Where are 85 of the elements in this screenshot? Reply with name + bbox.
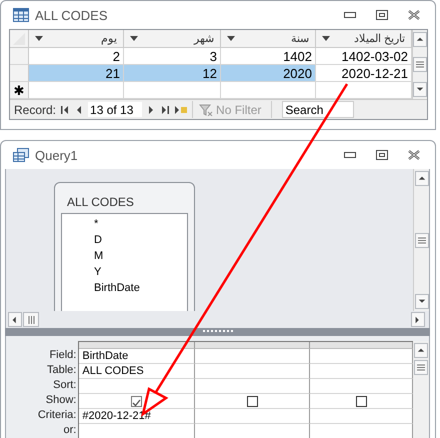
dropdown-arrow-icon[interactable] [35, 36, 43, 41]
scroll-down-button[interactable] [413, 82, 427, 97]
row-label: Field: [49, 348, 76, 363]
table-cell: 1402 [221, 48, 316, 65]
scroll-thumb[interactable] [413, 57, 427, 72]
last-record-icon[interactable] [160, 104, 170, 114]
row-label: Criteria: [38, 408, 76, 423]
table-cell: 2020 [221, 65, 316, 82]
vertical-scrollbar[interactable] [413, 341, 429, 438]
column-selector[interactable] [79, 342, 196, 349]
field-item[interactable]: D [94, 232, 187, 248]
column-header-label: سنة [291, 32, 309, 45]
show-checkbox[interactable] [246, 396, 258, 406]
grip-lines-icon[interactable] [28, 316, 34, 324]
field-item[interactable]: M [94, 248, 187, 264]
grip-lines-icon[interactable] [417, 364, 426, 371]
empty-cell[interactable] [195, 379, 310, 394]
column-header[interactable]: سنة [221, 30, 316, 48]
scroll-up-button[interactable] [413, 32, 427, 47]
scroll-up-button[interactable] [414, 171, 428, 186]
new-record-icon[interactable] [174, 104, 188, 114]
column-header[interactable]: تاريخ الميلاد [316, 30, 412, 48]
column-header-label: شهر [194, 32, 214, 45]
minimize-icon[interactable] [344, 152, 356, 158]
row-label: Sort: [53, 378, 76, 393]
column-header[interactable]: شهر [124, 30, 221, 48]
table-cell: 3 [124, 48, 221, 65]
restore-icon[interactable] [376, 150, 388, 160]
record-label: Record: [14, 102, 56, 116]
scroll-thumb[interactable] [23, 312, 39, 327]
scroll-left-button[interactable] [8, 312, 22, 327]
first-record-icon[interactable] [60, 104, 70, 114]
grid-cell[interactable]: ALL CODES [79, 364, 196, 379]
table-cell: 12 [124, 65, 221, 82]
table-cell: 1402-03-02 [316, 48, 412, 65]
row-label: Table: [47, 363, 76, 378]
funnel-icon [199, 104, 214, 116]
minimize-icon[interactable] [344, 12, 356, 18]
show-checkbox[interactable] [356, 396, 367, 406]
record-position-field[interactable]: 13 of 13 [88, 102, 142, 117]
triangle-left-icon[interactable] [11, 316, 19, 324]
table-title: ALL CODES [66, 194, 135, 211]
scroll-down-button[interactable] [414, 294, 428, 309]
empty-cell[interactable] [79, 379, 196, 394]
scroll-thumb[interactable] [414, 232, 428, 248]
scroll-up-button[interactable] [414, 343, 428, 358]
column-header[interactable]: يوم [29, 30, 124, 48]
dropdown-arrow-icon[interactable] [130, 36, 138, 41]
column-header-label: تاريخ الميلاد [354, 32, 405, 45]
empty-cell[interactable] [195, 409, 310, 424]
triangle-down-icon[interactable] [416, 86, 424, 94]
grid-cell[interactable]: BirthDate [79, 349, 196, 364]
search-field[interactable]: Search [282, 101, 354, 118]
new-record-marker: ✱ [10, 82, 29, 99]
close-icon[interactable] [408, 150, 420, 160]
grip-lines-icon[interactable] [418, 236, 426, 244]
field-item[interactable]: BirthDate [94, 280, 187, 296]
column-header-label: يوم [101, 32, 117, 45]
table-cell: 2 [29, 48, 124, 65]
grip-lines-icon[interactable] [416, 61, 424, 68]
empty-cell[interactable] [195, 364, 310, 379]
field-item[interactable]: Y [94, 264, 187, 280]
scroll-thumb[interactable] [414, 360, 428, 375]
close-icon[interactable] [408, 10, 420, 20]
dropdown-arrow-icon[interactable] [322, 36, 330, 41]
triangle-up-icon[interactable] [417, 346, 426, 354]
table-icon [13, 8, 29, 22]
triangle-up-icon[interactable] [416, 36, 424, 44]
triangle-down-icon[interactable] [418, 298, 426, 306]
row-label: or: [64, 423, 76, 438]
dropdown-arrow-icon[interactable] [227, 36, 235, 41]
scroll-right-button[interactable] [411, 312, 425, 327]
table-cell: 2020-12-21 [316, 65, 412, 82]
vertical-scrollbar[interactable] [413, 169, 429, 311]
query-icon [13, 148, 29, 162]
table-cell: 21 [29, 65, 124, 82]
restore-icon[interactable] [376, 10, 388, 20]
triangle-up-icon[interactable] [418, 174, 426, 182]
empty-cell[interactable] [195, 349, 310, 364]
field-item[interactable]: * [94, 216, 187, 232]
vertical-scrollbar[interactable] [412, 30, 427, 99]
window-title: ALL CODES [35, 8, 108, 22]
window-title: Query1 [35, 148, 79, 162]
row-label: Show: [46, 393, 76, 408]
grid-cell[interactable]: #2020-12-21# [79, 409, 196, 424]
